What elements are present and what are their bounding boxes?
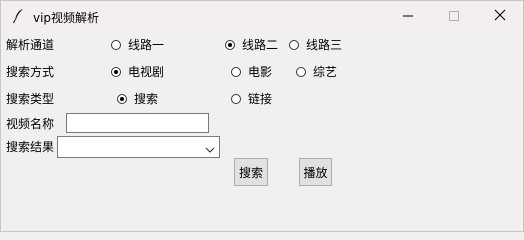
radio-circle <box>231 94 241 104</box>
maximize-button[interactable] <box>431 1 477 32</box>
search-type-label: 搜索类型 <box>6 92 55 106</box>
play-button[interactable]: 播放 <box>299 158 332 186</box>
app-window: vip视频解析 解析通道 线路一 线路二 线路三 搜索方式 电视剧 电影 综艺 … <box>0 0 524 232</box>
radio-circle-selected <box>225 40 235 50</box>
window-title: vip视频解析 <box>33 11 100 25</box>
radio-movie[interactable]: 电影 <box>231 65 272 79</box>
radio-label: 链接 <box>248 92 273 106</box>
radio-circle <box>111 40 121 50</box>
search-button[interactable]: 搜索 <box>234 158 268 186</box>
video-name-input[interactable] <box>66 113 209 133</box>
radio-label: 线路一 <box>128 38 165 52</box>
radio-circle-selected <box>117 94 127 104</box>
radio-label: 搜索 <box>134 92 159 106</box>
radio-label: 线路二 <box>242 38 279 52</box>
channel-label: 解析通道 <box>6 38 55 52</box>
search-result-label: 搜索结果 <box>6 140 55 154</box>
radio-channel-1[interactable]: 线路一 <box>111 38 164 52</box>
radio-label: 电影 <box>248 65 273 79</box>
feather-icon <box>12 8 26 24</box>
maximize-icon <box>449 10 459 24</box>
radio-type-link[interactable]: 链接 <box>231 92 272 106</box>
radio-circle <box>289 40 299 50</box>
title-bar[interactable]: vip视频解析 <box>1 1 523 32</box>
close-button[interactable] <box>477 1 523 32</box>
radio-variety[interactable]: 综艺 <box>296 65 337 79</box>
radio-label: 电视剧 <box>128 65 165 79</box>
search-method-label: 搜索方式 <box>6 65 55 79</box>
radio-label: 综艺 <box>313 65 338 79</box>
chevron-down-icon[interactable] <box>205 143 215 153</box>
radio-channel-3[interactable]: 线路三 <box>289 38 342 52</box>
minimize-button[interactable] <box>385 1 431 32</box>
search-result-combobox[interactable] <box>57 136 220 158</box>
radio-tv-series[interactable]: 电视剧 <box>111 65 164 79</box>
radio-label: 线路三 <box>306 38 343 52</box>
radio-circle-selected <box>111 67 121 77</box>
radio-circle <box>231 67 241 77</box>
video-name-label: 视频名称 <box>6 117 55 131</box>
radio-circle <box>296 67 306 77</box>
radio-channel-2[interactable]: 线路二 <box>225 38 278 52</box>
radio-type-search[interactable]: 搜索 <box>117 92 158 106</box>
close-icon <box>494 9 506 24</box>
minimize-icon <box>403 10 413 24</box>
